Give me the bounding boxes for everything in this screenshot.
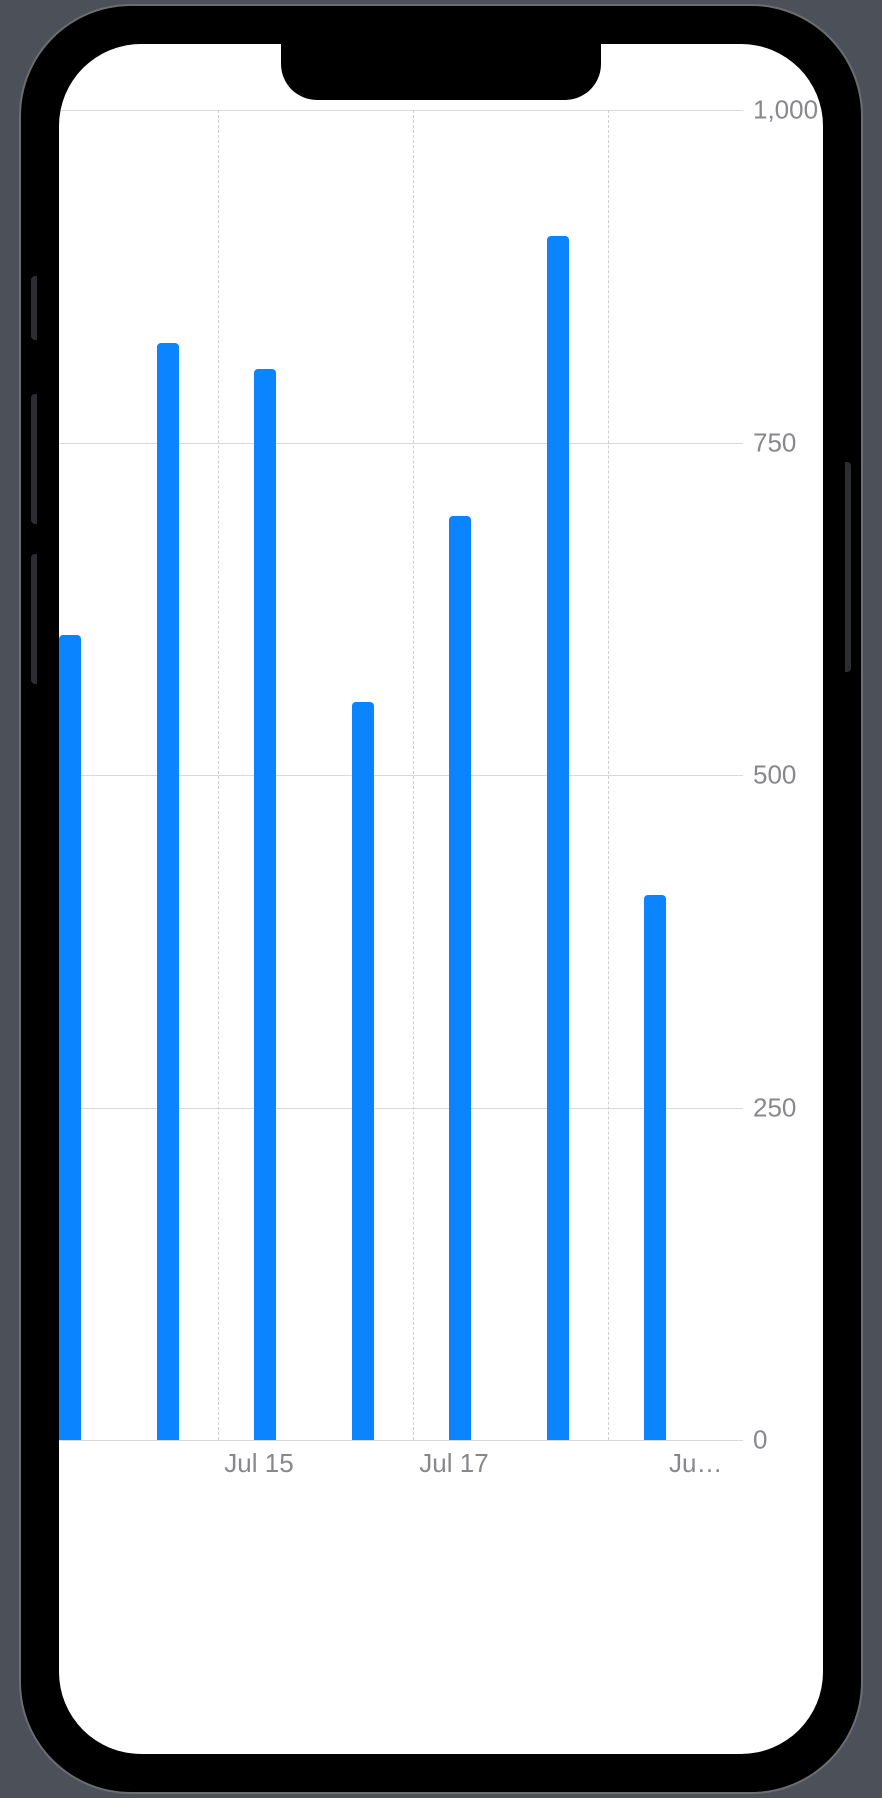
y-axis-tick-label: 750: [753, 427, 823, 458]
bar-jul-19: [644, 895, 666, 1440]
chart-plot-area: [59, 110, 743, 1440]
y-axis-tick-label: 1,000: [753, 95, 823, 126]
phone-frame: 1,000 750 500 250 0 Jul 15 Jul 17 Ju…: [21, 6, 861, 1792]
bar-jul-15: [254, 369, 276, 1440]
phone-notch: [281, 44, 601, 100]
bar-jul-16: [352, 702, 374, 1440]
y-gridline: [59, 1440, 743, 1441]
bar-jul-14: [157, 343, 179, 1440]
bar-jul-17: [449, 516, 471, 1440]
bar-jul-18: [547, 236, 569, 1440]
bar-chart: 1,000 750 500 250 0 Jul 15 Jul 17 Ju…: [59, 44, 823, 1754]
y-axis-tick-label: 500: [753, 760, 823, 791]
x-axis-tick-label: Jul 17: [419, 1448, 488, 1479]
y-axis-tick-label: 250: [753, 1092, 823, 1123]
y-axis-tick-label: 0: [753, 1425, 823, 1456]
x-axis-tick-label: Jul 15: [224, 1448, 293, 1479]
x-axis-tick-label: Ju…: [669, 1448, 722, 1479]
phone-bezel: 1,000 750 500 250 0 Jul 15 Jul 17 Ju…: [37, 22, 845, 1776]
phone-screen: 1,000 750 500 250 0 Jul 15 Jul 17 Ju…: [59, 44, 823, 1754]
bar-jul-13: [59, 635, 81, 1440]
